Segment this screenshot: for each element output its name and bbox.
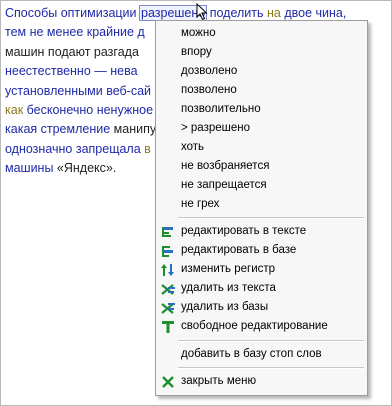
menu-item-synonym-7[interactable]: не возбраняется — [156, 157, 367, 176]
menu-item-synonym-9[interactable]: не грех — [156, 195, 367, 214]
menu-item-synonym-8[interactable]: не запрещается — [156, 176, 367, 195]
delete-from-base-icon — [161, 303, 175, 314]
menu-item-synonym-4[interactable]: позволительно — [156, 100, 367, 119]
change-case-icon — [161, 264, 174, 276]
close-menu-icon — [162, 376, 174, 388]
menu-item-label: закрыть меню — [181, 375, 257, 387]
menu-item-label: позволительно — [181, 103, 261, 115]
menu-item-add-stopword[interactable]: добавить в базу стоп слов — [156, 345, 367, 364]
menu-item-free-edit[interactable]: свободное редактирование — [156, 317, 367, 336]
menu-item-label: изменить регистр — [181, 263, 276, 275]
text-fragment: установленными веб-сай — [5, 83, 152, 98]
free-edit-icon — [162, 321, 174, 333]
menu-item-label: удалить из текста — [181, 282, 276, 294]
menu-item-label: не возбраняется — [181, 160, 270, 172]
menu-item-label: > разрешено — [181, 122, 251, 134]
text-fragment: как — [5, 102, 24, 117]
menu-separator — [178, 340, 364, 342]
menu-item-synonym-6[interactable]: хоть — [156, 138, 367, 157]
menu-item-label: добавить в базу стоп слов — [181, 348, 322, 360]
menu-item-label: не запрещается — [181, 179, 267, 191]
menu-item-label: свободное редактирование — [181, 320, 328, 332]
menu-item-label: редактировать в тексте — [181, 225, 307, 237]
context-menu: можно впору дозволено позволено позволит… — [155, 20, 368, 396]
menu-item-label: дозволено — [181, 65, 238, 77]
text-fragment: поделить — [206, 6, 267, 20]
menu-item-label: редактировать в базе — [181, 244, 297, 256]
menu-item-delete-from-base[interactable]: удалить из базы — [156, 298, 367, 317]
edit-in-text-icon — [162, 227, 173, 237]
menu-item-label: не грех — [181, 198, 220, 210]
menu-item-synonym-current[interactable]: > разрешено — [156, 119, 367, 138]
delete-from-text-icon — [161, 284, 175, 295]
mouse-cursor-icon — [196, 3, 208, 21]
menu-item-synonym-3[interactable]: позволено — [156, 81, 367, 100]
menu-item-edit-in-text[interactable]: редактировать в тексте — [156, 222, 367, 241]
menu-item-delete-from-text[interactable]: удалить из текста — [156, 279, 367, 298]
text-fragment: какая стремление — [5, 122, 114, 137]
menu-separator — [178, 367, 364, 369]
menu-item-close-menu[interactable]: закрыть меню — [156, 372, 367, 391]
text-fragment: бесконечно ненужное — [23, 102, 154, 117]
menu-separator — [178, 217, 364, 219]
menu-item-label: удалить из базы — [181, 301, 269, 313]
menu-item-label: хоть — [181, 141, 205, 153]
text-fragment: машин подают разгада — [5, 44, 139, 59]
menu-item-label: впору — [181, 46, 212, 58]
text-fragment: «Яндекс». — [56, 161, 117, 176]
text-fragment: однозначно запрещала — [5, 141, 145, 156]
menu-item-label: позволено — [181, 84, 237, 96]
text-fragment: машины — [5, 161, 57, 176]
text-fragment: тем не менее крайние д — [5, 25, 145, 40]
menu-item-synonym-0[interactable]: можно — [156, 24, 367, 43]
text-fragment: двое чина, — [280, 6, 347, 20]
text-fragment: неестественно — нева — [5, 64, 138, 79]
text-fragment: Способы оптимизации — [5, 6, 140, 20]
text-fragment: в — [144, 141, 151, 156]
edit-in-base-icon — [162, 246, 173, 257]
menu-item-synonym-2[interactable]: дозволено — [156, 62, 367, 81]
menu-item-synonym-1[interactable]: впору — [156, 43, 367, 62]
text-fragment: манипу — [113, 122, 157, 137]
menu-item-edit-in-base[interactable]: редактировать в базе — [156, 241, 367, 260]
text-fragment: на — [266, 6, 281, 20]
menu-item-label: можно — [181, 27, 216, 39]
menu-item-change-case[interactable]: изменить регистр — [156, 260, 367, 279]
